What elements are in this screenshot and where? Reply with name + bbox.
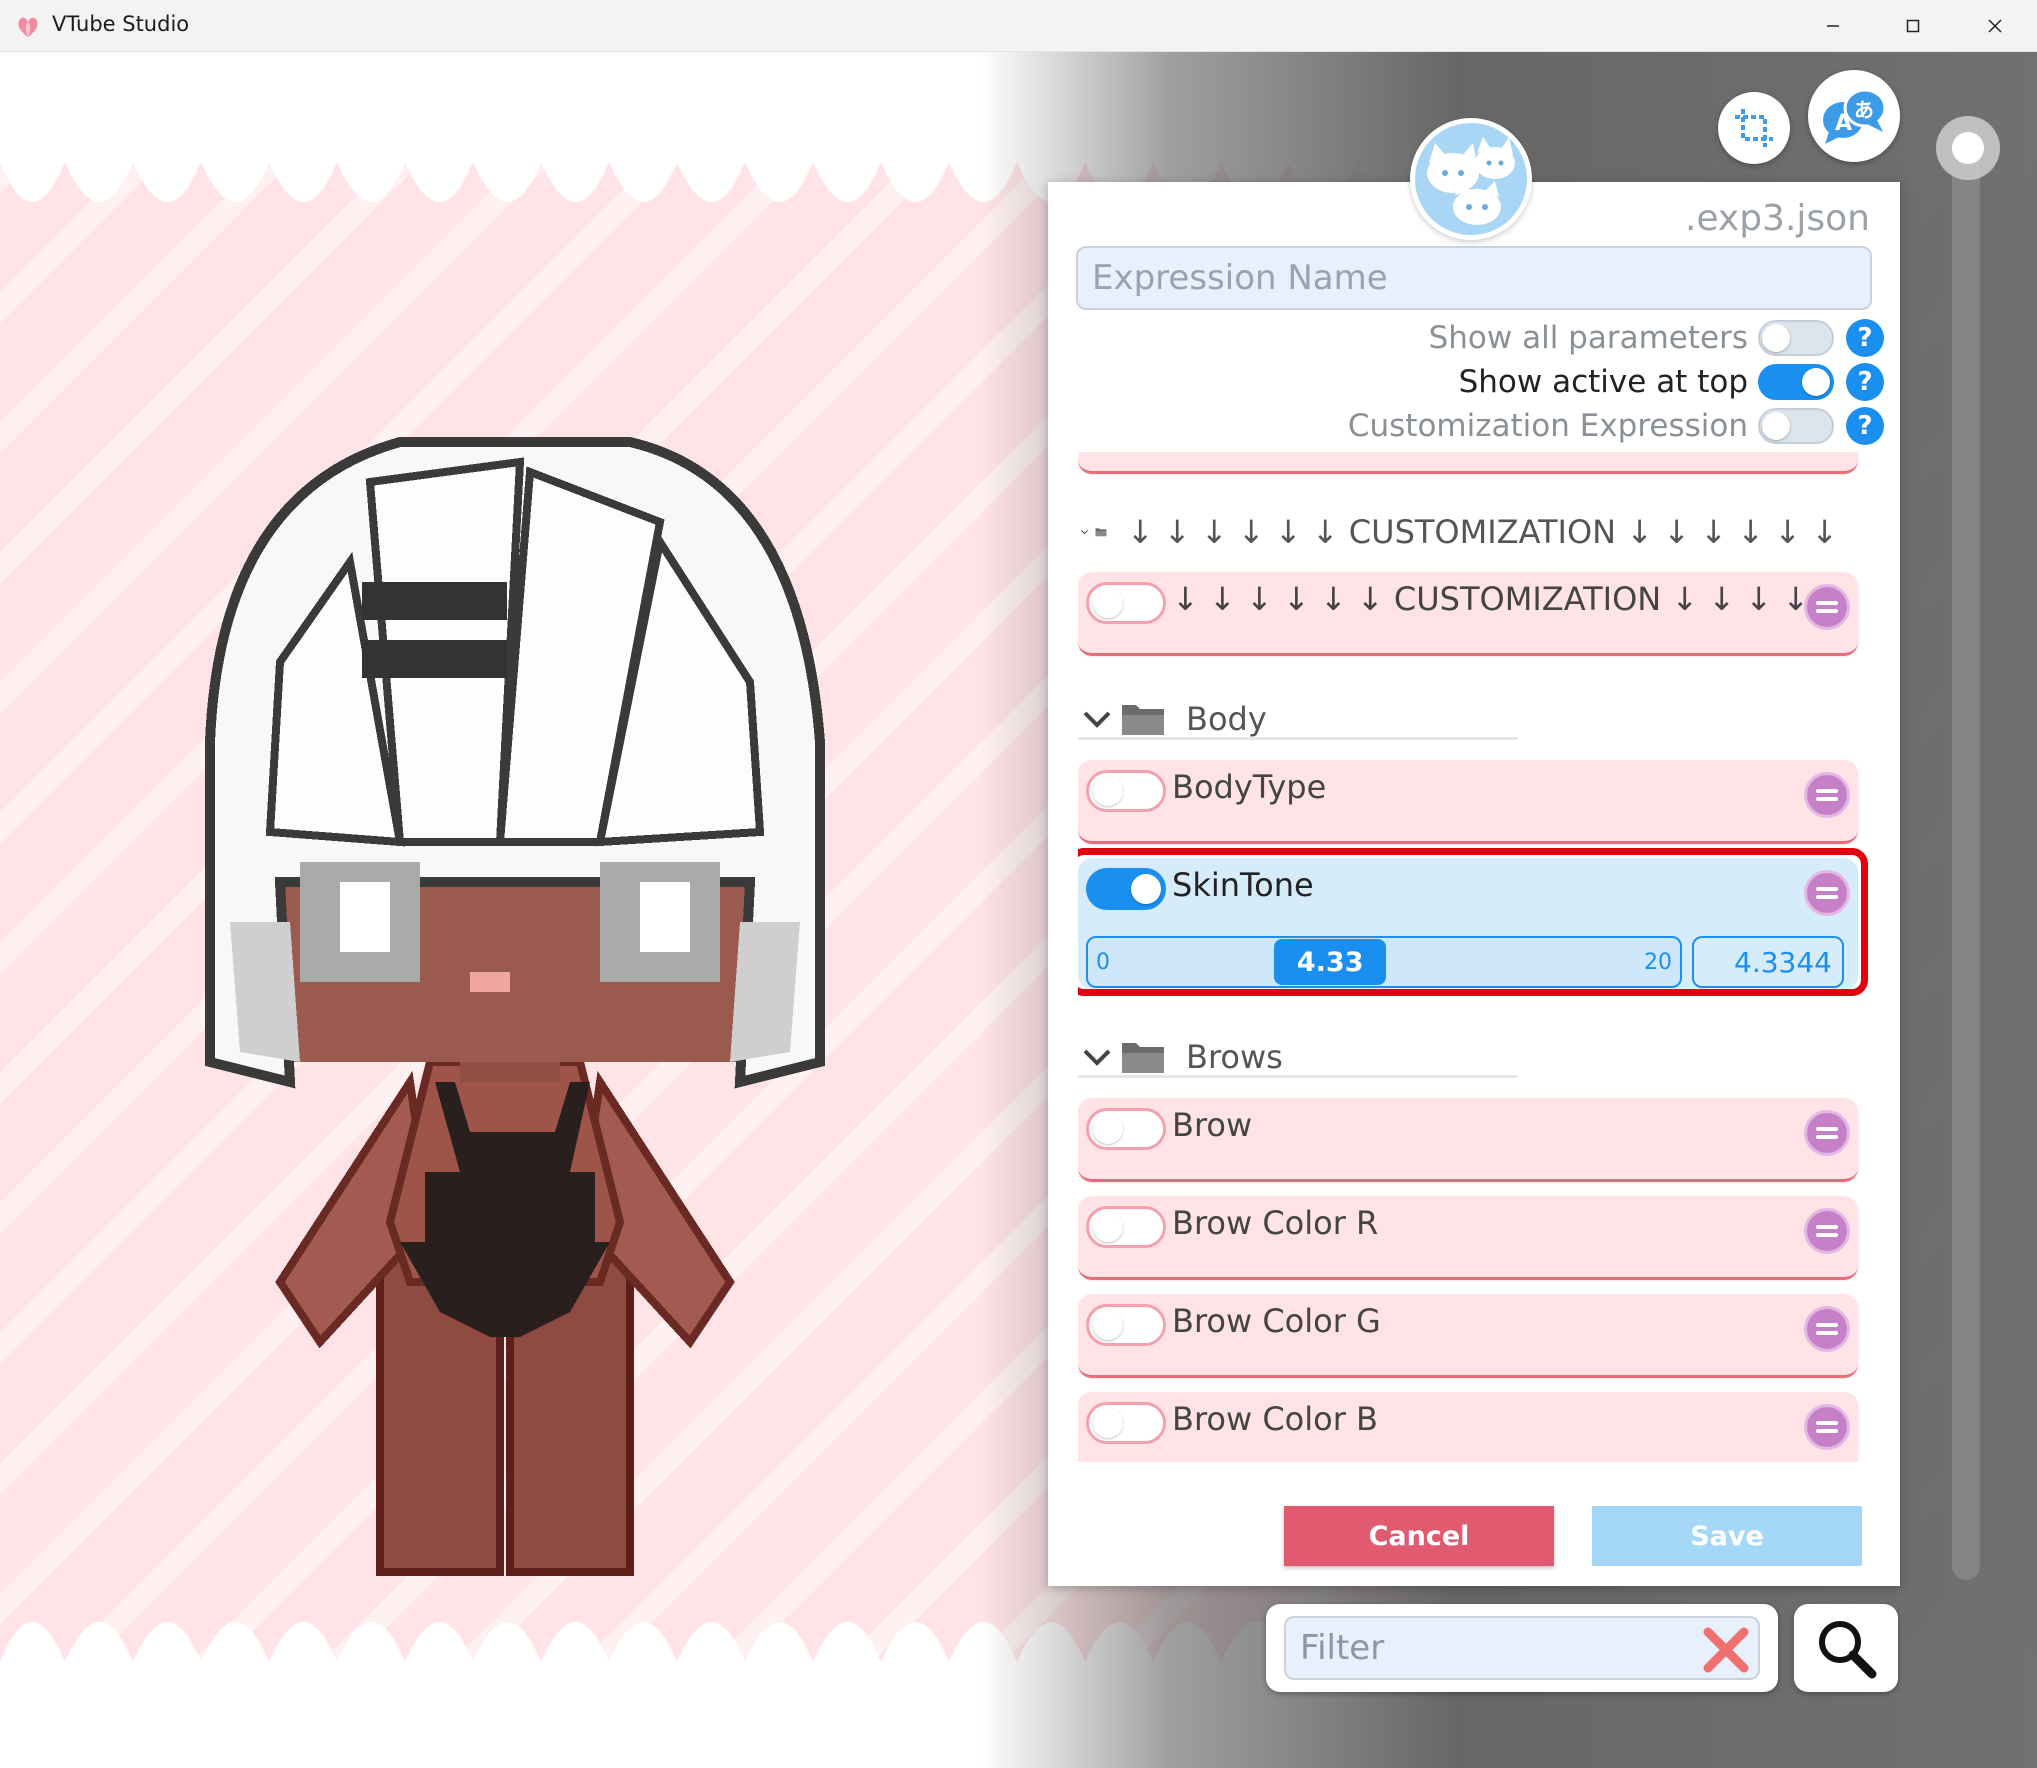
menu-icon — [1816, 1419, 1838, 1435]
cancel-button[interactable]: Cancel — [1284, 1506, 1554, 1566]
menu-icon — [1816, 1223, 1838, 1239]
file-extension-label: .exp3.json — [1684, 198, 1870, 239]
show-all-parameters-toggle[interactable] — [1758, 320, 1834, 356]
option-customization-expression: Customization Expression ? — [1348, 406, 1884, 446]
param-toggle[interactable] — [1086, 1108, 1166, 1150]
expression-name-input[interactable] — [1076, 246, 1872, 310]
parameter-list[interactable]: ↓ ↓ ↓ ↓ ↓ ↓ CUSTOMIZATION ↓ ↓ ↓ ↓ ↓ ↓ ↓ … — [1078, 452, 1890, 1462]
translate-icon: A あ — [1823, 88, 1887, 144]
svg-text:A: A — [1835, 111, 1852, 136]
option-show-active-at-top: Show active at top ? — [1459, 362, 1884, 402]
param-toggle[interactable] — [1086, 1304, 1166, 1346]
minimize-icon — [1827, 25, 1839, 27]
group-title: Body — [1186, 699, 1267, 738]
param-card-brow-color-r: Brow Color R — [1078, 1196, 1858, 1280]
menu-icon — [1816, 1125, 1838, 1141]
param-menu-button[interactable] — [1804, 1110, 1850, 1156]
maximize-icon — [1906, 19, 1920, 33]
param-menu-button[interactable] — [1804, 584, 1850, 630]
help-icon[interactable]: ? — [1846, 319, 1884, 357]
window-title: VTube Studio — [52, 12, 190, 36]
save-button[interactable]: Save — [1592, 1506, 1862, 1566]
help-icon[interactable]: ? — [1846, 407, 1884, 445]
close-icon — [1988, 19, 2002, 33]
param-menu-button[interactable] — [1804, 1306, 1850, 1352]
folder-icon — [1122, 704, 1164, 735]
param-name: Brow Color G — [1172, 1302, 1381, 1340]
option-show-all-parameters: Show all parameters ? — [1429, 318, 1884, 358]
highlight-box — [1078, 848, 1868, 996]
menu-icon — [1816, 787, 1838, 803]
chevron-down-icon — [1083, 1049, 1111, 1066]
crop-icon — [1735, 109, 1773, 147]
group-title: Brows — [1186, 1037, 1283, 1076]
expression-editor-panel: .exp3.json Show all parameters ? Show ac… — [1048, 182, 1900, 1586]
close-button[interactable] — [1955, 0, 2035, 52]
maximize-button[interactable] — [1873, 0, 1953, 52]
chevron-down-icon — [1080, 530, 1088, 535]
param-menu-button[interactable] — [1804, 772, 1850, 818]
menu-icon — [1816, 1321, 1838, 1337]
param-toggle[interactable] — [1086, 770, 1166, 812]
param-card-bodytype: BodyType — [1078, 760, 1858, 844]
group-header-brows[interactable]: Brows — [1078, 1038, 1518, 1078]
app-logo-icon — [18, 17, 38, 37]
param-card-brow-color-g: Brow Color G — [1078, 1294, 1858, 1378]
param-menu-button[interactable] — [1804, 1404, 1850, 1450]
param-card-customization: ↓ ↓ ↓ ↓ ↓ ↓ CUSTOMIZATION ↓ ↓ ↓ ↓ ··· — [1078, 572, 1858, 656]
param-card-brow: Brow — [1078, 1098, 1858, 1182]
show-active-at-top-toggle[interactable] — [1758, 364, 1834, 400]
crop-button[interactable] — [1718, 92, 1790, 164]
group-header-body[interactable]: Body — [1078, 700, 1518, 740]
search-button[interactable] — [1794, 1604, 1898, 1692]
avatar-model[interactable] — [100, 362, 920, 1612]
group-header-customization[interactable]: ↓ ↓ ↓ ↓ ↓ ↓ CUSTOMIZATION ↓ ↓ ↓ ↓ ↓ ↓ — [1078, 512, 1838, 552]
cat-avatar-icon — [1410, 118, 1532, 240]
param-card-brow-color-b: Brow Color B — [1078, 1392, 1858, 1462]
param-card-partial — [1078, 452, 1858, 474]
param-toggle[interactable] — [1086, 582, 1166, 624]
vertical-scrollbar[interactable] — [1952, 130, 1980, 1580]
title-bar: VTube Studio — [0, 0, 2037, 52]
help-icon[interactable]: ? — [1846, 363, 1884, 401]
param-name: Brow Color R — [1172, 1204, 1379, 1242]
folder-icon — [1122, 1042, 1164, 1073]
option-label: Show all parameters — [1428, 320, 1748, 356]
param-name: Brow — [1172, 1106, 1253, 1144]
chevron-down-icon — [1083, 711, 1111, 728]
filter-box — [1266, 1604, 1778, 1692]
param-toggle[interactable] — [1086, 1402, 1166, 1444]
param-name: Brow Color B — [1172, 1400, 1378, 1438]
customization-expression-toggle[interactable] — [1758, 408, 1834, 444]
param-menu-button[interactable] — [1804, 1208, 1850, 1254]
folder-icon — [1095, 528, 1107, 537]
param-name: ↓ ↓ ↓ ↓ ↓ ↓ CUSTOMIZATION ↓ ↓ ↓ ↓ ··· — [1172, 580, 1850, 618]
group-title: ↓ ↓ ↓ ↓ ↓ ↓ CUSTOMIZATION ↓ ↓ ↓ ↓ ↓ ↓ — [1126, 513, 1838, 551]
filter-input[interactable] — [1284, 1616, 1760, 1680]
param-toggle[interactable] — [1086, 1206, 1166, 1248]
magnifier-icon — [1819, 1621, 1877, 1679]
option-label: Show active at top — [1458, 364, 1748, 400]
menu-icon — [1816, 599, 1838, 615]
param-name: BodyType — [1172, 768, 1327, 806]
language-button[interactable]: A あ — [1808, 70, 1900, 162]
svg-text:あ: あ — [1854, 98, 1874, 122]
option-label: Customization Expression — [1347, 408, 1748, 444]
scrollbar-thumb[interactable] — [1936, 116, 2000, 180]
clear-filter-icon[interactable] — [1702, 1626, 1750, 1674]
minimize-button[interactable] — [1793, 0, 1873, 52]
